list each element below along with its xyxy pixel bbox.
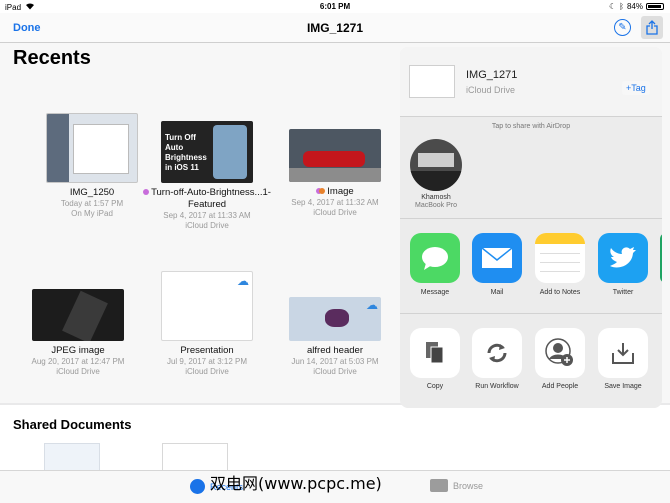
moon-icon: ☾ [609, 2, 617, 11]
file-location: iCloud Drive [56, 367, 100, 376]
notes-icon [535, 233, 585, 283]
nav-title: IMG_1271 [306, 21, 364, 35]
folder-icon [430, 479, 448, 492]
action-label: Save Image [604, 383, 642, 390]
markup-icon[interactable]: ✎ [614, 19, 631, 36]
battery-percent: 84% [626, 2, 643, 11]
file-item[interactable]: ☁ alfred header Jun 14, 2017 at 5:03 PM … [270, 297, 400, 377]
file-item[interactable]: JPEG image Aug 20, 2017 at 12:47 PM iClo… [13, 289, 143, 377]
file-item[interactable]: Turn Off Auto Brightness in iOS 11 Turn-… [142, 121, 272, 231]
file-thumbnail: Turn Off Auto Brightness in iOS 11 [161, 121, 253, 183]
share-app-message[interactable]: Message [405, 233, 465, 296]
action-save-image[interactable]: Save Image [593, 328, 653, 390]
status-bar: iPad 6:01 PM ☾ ᛒ 84% [0, 0, 670, 13]
file-item[interactable]: ☁ Presentation Jul 9, 2017 at 3:12 PM iC… [142, 271, 272, 377]
file-item[interactable]: Image Sep 4, 2017 at 11:32 AM iCloud Dri… [270, 129, 400, 218]
file-name: Image [327, 186, 354, 197]
app-label: Add to Notes [539, 289, 581, 296]
file-location: iCloud Drive [185, 221, 229, 230]
file-location: On My iPad [71, 209, 113, 218]
action-label: Copy [426, 383, 444, 390]
file-date: Aug 20, 2017 at 12:47 PM [31, 357, 125, 366]
file-name: Turn-off-Auto-Brightness...1-Featured [151, 187, 271, 210]
orange-tag-icon [319, 188, 326, 195]
navigation-bar: Done IMG_1271 ✎ [0, 13, 670, 43]
airdrop-name: Khamosh [421, 194, 451, 201]
file-thumbnail [32, 289, 124, 341]
copy-icon [410, 328, 460, 378]
clock-icon [190, 479, 205, 494]
battery-icon [646, 3, 664, 10]
file-thumbnail: ☁ [161, 271, 253, 341]
file-date: Today at 1:57 PM [60, 199, 124, 208]
file-location: iCloud Drive [313, 208, 357, 217]
share-file-location: iCloud Drive [466, 85, 516, 95]
add-tag-button[interactable]: +Tag [622, 81, 650, 95]
action-label: Run Workflow [475, 383, 519, 390]
share-app-mail[interactable]: Mail [467, 233, 527, 296]
watermark: 双电网(www.pcpc.me) [210, 474, 382, 493]
file-date: Sep 4, 2017 at 11:32 AM [291, 198, 379, 207]
messages-icon [410, 233, 460, 283]
save-image-icon [598, 328, 648, 378]
thumbnail-caption: Turn Off Auto Brightness in iOS 11 [165, 133, 207, 172]
airdrop-target[interactable]: Khamosh MacBook Pro [410, 139, 462, 210]
section-title: Shared Documents [13, 417, 132, 432]
file-name: JPEG image [51, 345, 105, 356]
file-thumbnail [289, 129, 381, 182]
file-location: iCloud Drive [313, 367, 357, 376]
file-name: Presentation [180, 345, 234, 356]
action-run-workflow[interactable]: Run Workflow [467, 328, 527, 390]
tab-browse[interactable]: Browse [430, 479, 483, 492]
file-thumbnail [409, 65, 455, 98]
file-thumbnail: ☁ [289, 297, 381, 341]
file-date: Jul 9, 2017 at 3:12 PM [166, 357, 248, 366]
file-thumbnail [46, 113, 138, 183]
share-sheet: IMG_1271 iCloud Drive +Tag Tap to share … [400, 47, 662, 408]
mail-icon [472, 233, 522, 283]
file-name: alfred header [307, 345, 363, 356]
share-file-header: IMG_1271 iCloud Drive +Tag [400, 47, 662, 117]
more-apps-icon[interactable] [660, 233, 662, 283]
file-date: Jun 14, 2017 at 5:03 PM [291, 357, 379, 366]
tab-label: Browse [453, 480, 484, 491]
share-icon [646, 20, 658, 35]
file-date: Sep 4, 2017 at 11:33 AM [163, 211, 251, 220]
app-label: Twitter [612, 289, 634, 296]
cloud-download-icon[interactable]: ☁ [237, 274, 249, 288]
workflow-icon [472, 328, 522, 378]
twitter-icon [598, 233, 648, 283]
action-copy[interactable]: Copy [405, 328, 465, 390]
status-time: 6:01 PM [319, 2, 351, 11]
app-label: Mail [490, 289, 504, 296]
share-button[interactable] [641, 16, 663, 39]
file-item[interactable]: IMG_1250 Today at 1:57 PM On My iPad [27, 113, 157, 219]
add-people-icon [535, 328, 585, 378]
app-label: Message [420, 289, 450, 296]
airdrop-hint: Tap to share with AirDrop [491, 123, 571, 130]
action-add-people[interactable]: Add People [530, 328, 590, 390]
file-location: iCloud Drive [185, 367, 229, 376]
avatar [410, 139, 462, 191]
cloud-download-icon[interactable]: ☁ [366, 298, 378, 312]
share-file-name: IMG_1271 [466, 69, 518, 81]
bluetooth-icon: ᛒ [619, 2, 624, 11]
airdrop-device: MacBook Pro [414, 202, 458, 209]
share-app-twitter[interactable]: Twitter [593, 233, 653, 296]
file-name: IMG_1250 [69, 187, 115, 198]
share-app-notes[interactable]: Add to Notes [530, 233, 590, 296]
page-title: Recents [13, 47, 91, 69]
purple-tag-icon [143, 189, 150, 196]
action-label: Add People [541, 383, 579, 390]
